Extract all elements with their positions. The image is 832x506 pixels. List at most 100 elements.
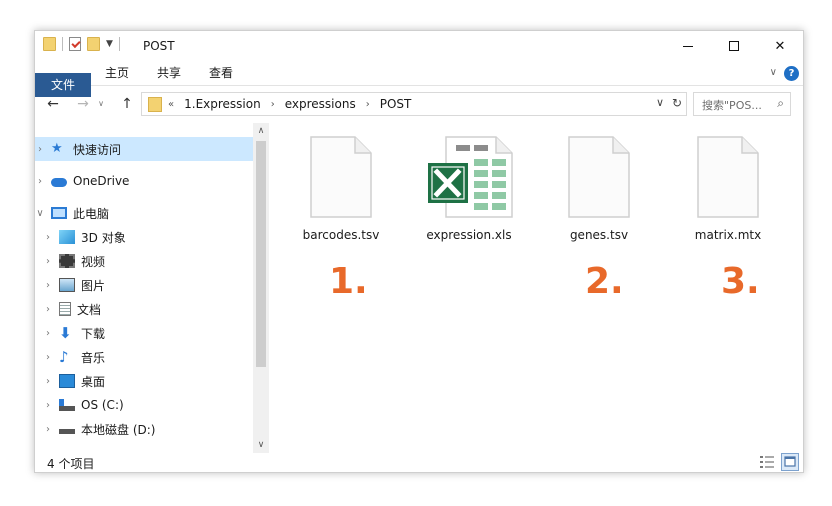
download-icon: ⬇ bbox=[59, 324, 72, 342]
scroll-up-icon[interactable]: ∧ bbox=[253, 123, 269, 139]
help-icon[interactable]: ? bbox=[784, 66, 799, 81]
sidebar-item-pictures[interactable]: › 图片 bbox=[35, 273, 253, 297]
expand-ribbon-icon[interactable]: ∨ bbox=[770, 67, 777, 78]
file-name: matrix.mtx bbox=[694, 228, 762, 242]
chevron-right-icon[interactable]: › bbox=[43, 304, 53, 315]
blank-file-icon bbox=[310, 136, 372, 218]
chevron-right-icon[interactable]: › bbox=[43, 256, 53, 267]
minimize-icon bbox=[683, 45, 693, 47]
tab-view[interactable]: 查看 bbox=[199, 61, 243, 85]
search-input[interactable]: 搜索"POS... ⌕ bbox=[693, 92, 791, 116]
breadcrumb: « 1.Expression › expressions › POST bbox=[168, 97, 411, 112]
navigation-bar: ← → ∨ ↑ « 1.Expression › expressions › P… bbox=[35, 89, 803, 119]
music-icon: ♪ bbox=[59, 348, 69, 366]
chevron-right-icon[interactable]: › bbox=[35, 176, 45, 187]
navigation-scrollbar[interactable]: ∧ ∨ bbox=[253, 123, 269, 453]
breadcrumb-item[interactable]: 1.Expression bbox=[184, 97, 261, 112]
back-button[interactable]: ← bbox=[43, 95, 63, 113]
excel-file-icon bbox=[428, 136, 513, 218]
tab-home[interactable]: 主页 bbox=[95, 61, 139, 85]
divider bbox=[62, 37, 63, 51]
sidebar-item-label: 本地磁盘 (D:) bbox=[81, 422, 156, 437]
sidebar-item-onedrive[interactable]: › OneDrive bbox=[35, 169, 253, 193]
desktop-icon bbox=[59, 374, 75, 388]
up-button[interactable]: ↑ bbox=[117, 95, 137, 113]
explorer-window: ▼ POST ✕ 文件 主页 共享 查看 ∨ ? ← → ∨ ↑ « 1.Exp… bbox=[34, 30, 804, 473]
blank-file-icon bbox=[568, 136, 630, 218]
sidebar-item-quick-access[interactable]: › ★ 快速访问 bbox=[35, 137, 253, 161]
close-button[interactable]: ✕ bbox=[757, 31, 803, 61]
sidebar-item-label: 文档 bbox=[77, 302, 102, 317]
chevron-right-icon[interactable]: › bbox=[43, 328, 53, 339]
film-icon bbox=[59, 254, 75, 268]
sidebar-item-this-pc[interactable]: ∨ 此电脑 bbox=[35, 201, 253, 225]
refresh-icon[interactable]: ↻ bbox=[672, 96, 682, 110]
chevron-right-icon[interactable]: › bbox=[43, 352, 53, 363]
customize-toolbar-icon[interactable]: ▼ bbox=[106, 39, 113, 49]
recent-locations-button[interactable]: ∨ bbox=[95, 95, 107, 113]
search-icon[interactable]: ⌕ bbox=[777, 96, 784, 111]
breadcrumb-item[interactable]: POST bbox=[380, 97, 412, 112]
sidebar-item-os-drive[interactable]: › OS (C:) bbox=[35, 393, 253, 417]
chevron-down-icon[interactable]: ∨ bbox=[656, 96, 664, 109]
search-placeholder: 搜索"POS... bbox=[702, 99, 762, 112]
sidebar-item-label: 3D 对象 bbox=[81, 230, 126, 245]
sidebar-item-label: 下载 bbox=[81, 326, 106, 341]
divider bbox=[118, 37, 120, 51]
drive-os-icon bbox=[59, 399, 75, 411]
folder-icon bbox=[148, 97, 162, 112]
sidebar-item-desktop[interactable]: › 桌面 bbox=[35, 369, 253, 393]
forward-button[interactable]: → bbox=[73, 95, 93, 113]
chevron-right-icon[interactable]: › bbox=[271, 97, 275, 112]
sidebar-item-label: OS (C:) bbox=[81, 398, 124, 412]
breadcrumb-overflow[interactable]: « bbox=[168, 97, 174, 112]
ribbon: 文件 主页 共享 查看 ∨ ? bbox=[35, 61, 803, 97]
chevron-right-icon[interactable]: › bbox=[366, 97, 370, 112]
star-icon: ★ bbox=[51, 141, 63, 156]
file-item[interactable]: genes.tsv bbox=[544, 135, 654, 242]
picture-icon bbox=[59, 278, 75, 292]
large-icons-view-icon[interactable] bbox=[781, 453, 799, 471]
sidebar-item-label: OneDrive bbox=[73, 174, 130, 188]
maximize-icon bbox=[729, 41, 739, 51]
sidebar-item-local-disk-d[interactable]: › 本地磁盘 (D:) bbox=[35, 417, 253, 441]
chevron-down-icon[interactable]: ∨ bbox=[35, 208, 45, 219]
sidebar-item-label: 图片 bbox=[81, 278, 106, 293]
chevron-right-icon[interactable]: › bbox=[43, 280, 53, 291]
chevron-right-icon[interactable]: › bbox=[43, 424, 53, 435]
address-bar[interactable]: « 1.Expression › expressions › POST ∨ ↻ bbox=[141, 92, 687, 116]
properties-icon[interactable] bbox=[69, 37, 81, 51]
sidebar-item-3d-objects[interactable]: › 3D 对象 bbox=[35, 225, 253, 249]
sidebar-item-label: 此电脑 bbox=[73, 206, 110, 221]
item-count: 4 个项目 bbox=[47, 457, 95, 471]
quick-access-toolbar: ▼ bbox=[43, 37, 120, 51]
close-icon: ✕ bbox=[774, 38, 786, 54]
sidebar-item-downloads[interactable]: › ⬇ 下载 bbox=[35, 321, 253, 345]
blank-file-icon bbox=[697, 136, 759, 218]
file-item[interactable]: matrix.mtx bbox=[673, 135, 783, 242]
details-view-icon[interactable] bbox=[759, 454, 775, 470]
document-icon bbox=[59, 302, 71, 316]
file-item[interactable]: expression.xls bbox=[414, 135, 524, 242]
sidebar-item-music[interactable]: › ♪ 音乐 bbox=[35, 345, 253, 369]
new-folder-icon[interactable] bbox=[87, 37, 100, 51]
minimize-button[interactable] bbox=[665, 31, 711, 61]
file-item[interactable]: barcodes.tsv bbox=[286, 135, 396, 242]
cloud-icon bbox=[51, 177, 67, 187]
folder-icon bbox=[43, 37, 56, 51]
chevron-right-icon[interactable]: › bbox=[43, 232, 53, 243]
tab-share[interactable]: 共享 bbox=[147, 61, 191, 85]
chevron-right-icon[interactable]: › bbox=[43, 376, 53, 387]
breadcrumb-item[interactable]: expressions bbox=[285, 97, 356, 112]
sidebar-item-videos[interactable]: › 视频 bbox=[35, 249, 253, 273]
chevron-right-icon[interactable]: › bbox=[43, 400, 53, 411]
computer-icon bbox=[51, 207, 67, 219]
annotation-number: 2. bbox=[585, 261, 624, 302]
maximize-button[interactable] bbox=[711, 31, 757, 61]
sidebar-item-documents[interactable]: › 文档 bbox=[35, 297, 253, 321]
status-bar: 4 个项目 bbox=[35, 451, 803, 473]
chevron-right-icon[interactable]: › bbox=[35, 144, 45, 155]
file-name: expression.xls bbox=[426, 228, 512, 242]
annotation-number: 1. bbox=[329, 261, 368, 302]
scrollbar-thumb[interactable] bbox=[256, 141, 266, 367]
